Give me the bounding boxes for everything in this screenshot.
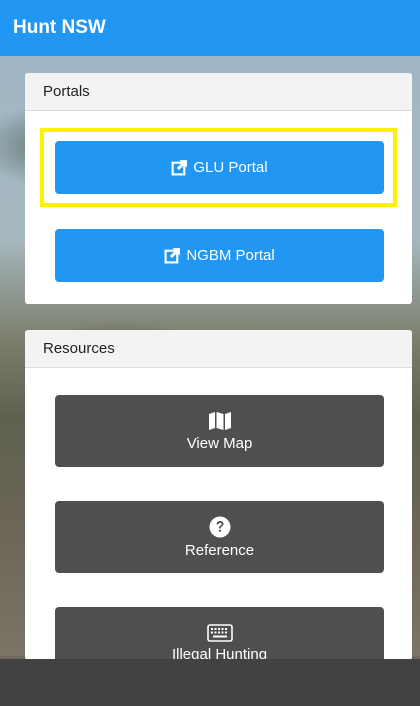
- ngbm-portal-button[interactable]: NGBM Portal: [55, 229, 384, 282]
- illegal-hunting-label: Illegal Hunting: [171, 645, 268, 661]
- app-header: Hunt NSW: [0, 0, 420, 56]
- view-map-label: View Map: [186, 434, 253, 452]
- map-icon: [208, 411, 232, 431]
- illegal-hunting-button[interactable]: Illegal Hunting: [55, 607, 384, 660]
- ngbm-portal-label: NGBM Portal: [186, 247, 275, 264]
- view-map-button[interactable]: View Map: [55, 395, 384, 467]
- resources-panel: Resources View Map Reference Illegal Hun…: [25, 330, 412, 660]
- reference-label: Reference: [184, 541, 255, 559]
- bottom-bar: [0, 659, 420, 706]
- app-title: Hunt NSW: [13, 17, 106, 38]
- question-circle-icon: [209, 516, 231, 538]
- glu-portal-button[interactable]: GLU Portal: [55, 141, 384, 194]
- external-link-icon: [164, 247, 181, 264]
- portals-panel: Portals GLU Portal NGBM Portal: [25, 73, 412, 304]
- external-link-icon: [171, 159, 188, 176]
- resources-heading: Resources: [25, 330, 412, 368]
- portals-heading: Portals: [25, 73, 412, 111]
- glu-portal-label: GLU Portal: [193, 159, 268, 176]
- reference-button[interactable]: Reference: [55, 501, 384, 573]
- keyboard-icon: [206, 623, 233, 642]
